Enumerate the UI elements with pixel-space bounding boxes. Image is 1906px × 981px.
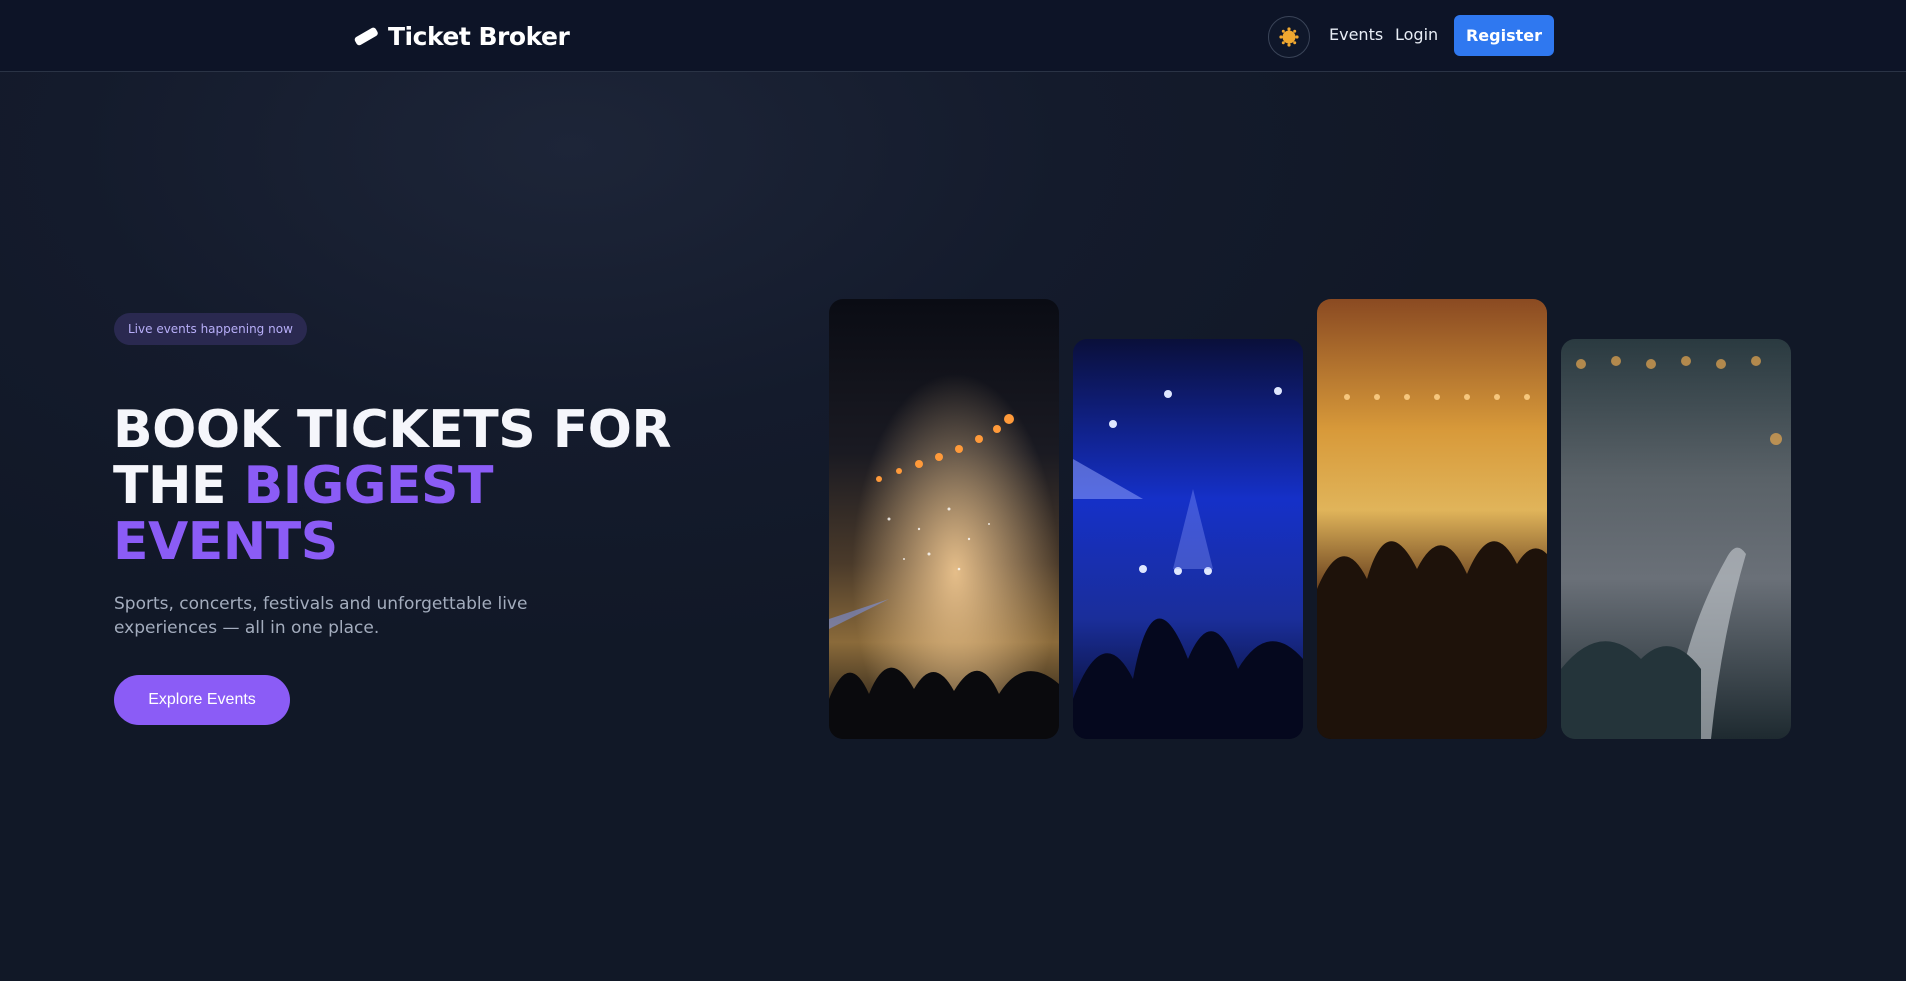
hero-headline: Book tickets for the biggest events (113, 402, 673, 570)
sun-icon (1279, 27, 1299, 47)
live-events-badge: Live events happening now (114, 313, 307, 345)
ticket-icon (354, 27, 378, 46)
hero-subtitle: Sports, concerts, festivals and unforget… (114, 594, 528, 638)
explore-events-button[interactable]: Explore Events (114, 675, 290, 725)
concert-fireworks-image (829, 299, 1059, 739)
brand-logo[interactable]: Ticket Broker (352, 18, 570, 54)
nav-events-link[interactable]: Events (1329, 25, 1383, 44)
orange-crowd-image (1317, 299, 1547, 739)
site-header: Ticket Broker Events Login Register (0, 0, 1906, 72)
blue-stage-lights-image (1073, 339, 1303, 739)
theme-toggle-button[interactable] (1268, 16, 1310, 58)
brand-name: Ticket Broker (388, 21, 570, 51)
register-button[interactable]: Register (1454, 15, 1554, 56)
nav-login-link[interactable]: Login (1395, 25, 1438, 44)
crowd-hands-image (1561, 339, 1791, 739)
